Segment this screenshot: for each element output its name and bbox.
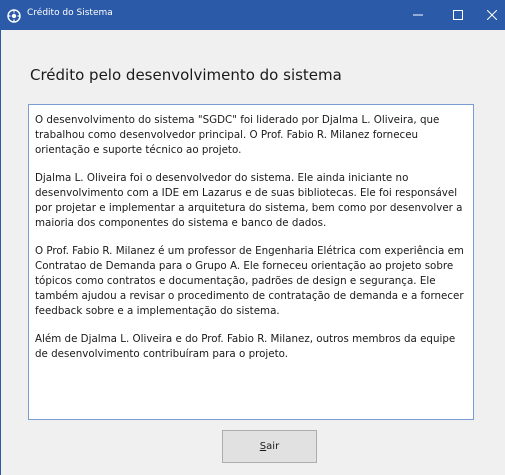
credits-paragraph-2: Djalma L. Oliveira foi o desenvolvedor d… (35, 172, 463, 229)
credits-paragraph-1: O desenvolvimento do sistema "SGDC" foi … (35, 114, 440, 156)
close-icon (487, 10, 497, 20)
app-icon (7, 8, 21, 23)
maximize-button[interactable] (438, 0, 478, 30)
maximize-icon (453, 10, 463, 20)
exit-button-label: air (266, 441, 280, 452)
credits-paragraph-3: O Prof. Fabio R. Milanez é um professor … (35, 245, 464, 317)
minimize-icon (413, 14, 423, 16)
title-bar[interactable]: Crédito do Sistema (1, 0, 505, 30)
credits-paragraph-4: Além de Djalma L. Oliveira e do Prof. Fa… (35, 333, 456, 360)
minimize-button[interactable] (398, 0, 438, 30)
window-title: Crédito do Sistema (27, 8, 113, 18)
credits-text-area[interactable]: O desenvolvimento do sistema "SGDC" foi … (28, 104, 474, 420)
exit-button[interactable]: Sair (222, 430, 317, 463)
close-button[interactable] (478, 0, 505, 30)
page-title: Crédito pelo desenvolvimento do sistema (30, 66, 342, 84)
credits-window: Crédito do Sistema Crédito pelo desenvol… (0, 0, 505, 475)
